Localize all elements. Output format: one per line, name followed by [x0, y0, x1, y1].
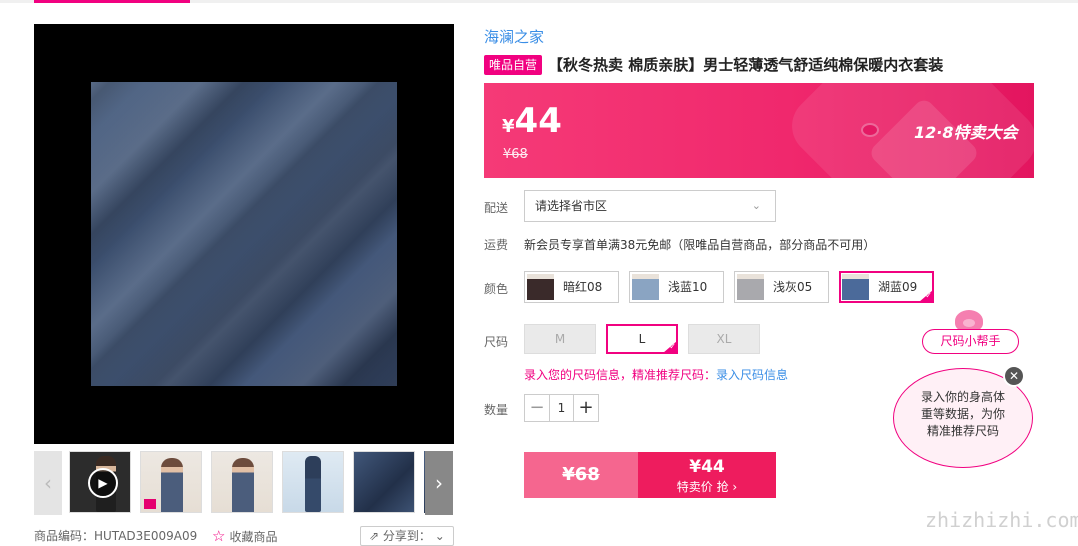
- freight-label: 运费: [484, 238, 509, 252]
- brand-link[interactable]: 海澜之家: [484, 26, 544, 47]
- watermark: zhizhizhi.com: [925, 508, 1078, 532]
- quantity-decrease-button[interactable]: −: [525, 395, 549, 421]
- size-option-xl[interactable]: XL: [688, 324, 760, 354]
- thumbnail-model-front[interactable]: [140, 451, 202, 513]
- model-figure: [161, 458, 183, 512]
- original-price: ¥68: [503, 147, 528, 162]
- size-option-l[interactable]: L ✓: [606, 324, 678, 354]
- product-code: 商品编码：HUTAD3E009A09: [34, 529, 198, 543]
- vip-self-operated-badge: 唯品自营: [484, 55, 543, 75]
- main-product-image[interactable]: [34, 24, 454, 444]
- currency-symbol: ¥: [502, 116, 515, 137]
- thumbnail-model-front-2[interactable]: [211, 451, 273, 513]
- color-option-label: 暗红08: [563, 280, 603, 294]
- quantity-increase-button[interactable]: +: [574, 395, 598, 421]
- chevron-down-icon: ⌄: [751, 199, 761, 212]
- current-price: ¥44: [502, 101, 562, 141]
- quantity-label: 数量: [484, 403, 509, 417]
- check-icon: ✓: [919, 290, 933, 302]
- active-tab-indicator: [34, 0, 190, 3]
- share-button[interactable]: ⇗ 分享到： ⌄: [360, 526, 454, 546]
- play-icon[interactable]: ▶: [88, 468, 118, 498]
- check-icon: ✓: [663, 341, 677, 353]
- color-option-label: 湖蓝09: [878, 280, 918, 294]
- color-option-light-blue[interactable]: 浅蓝10: [629, 271, 724, 303]
- thumb-next-button[interactable]: ›: [425, 451, 453, 515]
- model-figure: [232, 458, 254, 512]
- size-helper-button[interactable]: 尺码小帮手: [922, 329, 1019, 354]
- promo-event-label: 12·8特卖大会: [914, 123, 1018, 142]
- color-option-label: 浅蓝10: [668, 280, 708, 294]
- thumbnail-fabric[interactable]: [353, 451, 415, 513]
- size-recommend-text: 录入您的尺码信息，精准推荐尺码：录入尺码信息: [524, 366, 788, 383]
- size-option-label: L: [638, 332, 646, 346]
- region-select[interactable]: 请选择省市区 ⌄: [524, 190, 776, 222]
- thumbnail-strip: ‹ ▶ ›: [34, 451, 454, 515]
- star-icon: ☆: [212, 527, 226, 545]
- size-label: 尺码: [484, 335, 509, 349]
- thumb-prev-button[interactable]: ‹: [34, 451, 62, 515]
- color-option-label: 浅灰05: [773, 280, 813, 294]
- color-option-light-gray[interactable]: 浅灰05: [734, 271, 829, 303]
- color-option-lake-blue[interactable]: 湖蓝09 ✓: [839, 271, 934, 303]
- model-figure: [305, 456, 321, 512]
- color-option-dark-red[interactable]: 暗红08: [524, 271, 619, 303]
- enter-size-info-link[interactable]: 录入尺码信息: [716, 368, 788, 382]
- shipping-label: 配送: [484, 201, 509, 215]
- share-icon: ⇗: [369, 529, 383, 543]
- chevron-left-icon: ‹: [44, 471, 52, 495]
- thumbnail-video[interactable]: ▶: [69, 451, 131, 513]
- sale-price: ¥44: [689, 457, 725, 477]
- favorite-label: 收藏商品: [229, 530, 278, 544]
- chevron-right-icon: ›: [435, 471, 443, 495]
- top-nav-line: [0, 0, 1078, 3]
- share-label: 分享到：: [382, 529, 431, 543]
- color-swatch: [527, 274, 554, 300]
- fabric-closeup-image: [91, 82, 397, 386]
- buy-now-button[interactable]: ¥44 特卖价 抢 ›: [638, 452, 776, 498]
- price-banner: ¥44 ¥68 12·8特卖大会: [484, 83, 1034, 178]
- quantity-stepper: − 1 +: [524, 394, 599, 422]
- original-price-button: ¥68: [524, 452, 638, 498]
- favorite-button[interactable]: ☆ 收藏商品: [212, 527, 277, 545]
- thumbnail-model-full[interactable]: [282, 451, 344, 513]
- color-label: 颜色: [484, 282, 509, 296]
- brand-tag-icon: [144, 499, 156, 509]
- close-icon[interactable]: ✕: [1003, 365, 1025, 387]
- sale-label: 特卖价 抢 ›: [676, 480, 738, 494]
- bubble-line: 精准推荐尺码: [926, 424, 999, 438]
- product-title: 【秋冬热卖 棉质亲肤】男士轻薄透气舒适纯棉保暖内衣套装: [548, 56, 944, 74]
- size-recommend-prompt: 录入您的尺码信息，精准推荐尺码：: [524, 368, 717, 382]
- size-option-m[interactable]: M: [524, 324, 596, 354]
- color-swatch: [737, 274, 764, 300]
- price-value: 44: [514, 101, 562, 141]
- chevron-down-icon: ⌄: [434, 529, 445, 543]
- region-select-value: 请选择省市区: [535, 199, 608, 213]
- quantity-value[interactable]: 1: [549, 395, 574, 421]
- color-swatch: [632, 274, 659, 300]
- bubble-line: 重等数据，为你: [920, 407, 1005, 421]
- bubble-line: 录入你的身高体: [920, 390, 1005, 404]
- color-swatch: [842, 274, 869, 300]
- freight-info: 新会员专享首单满38元免邮（限唯品自营商品，部分商品不可用）: [524, 238, 876, 252]
- banner-decoration: [861, 123, 879, 137]
